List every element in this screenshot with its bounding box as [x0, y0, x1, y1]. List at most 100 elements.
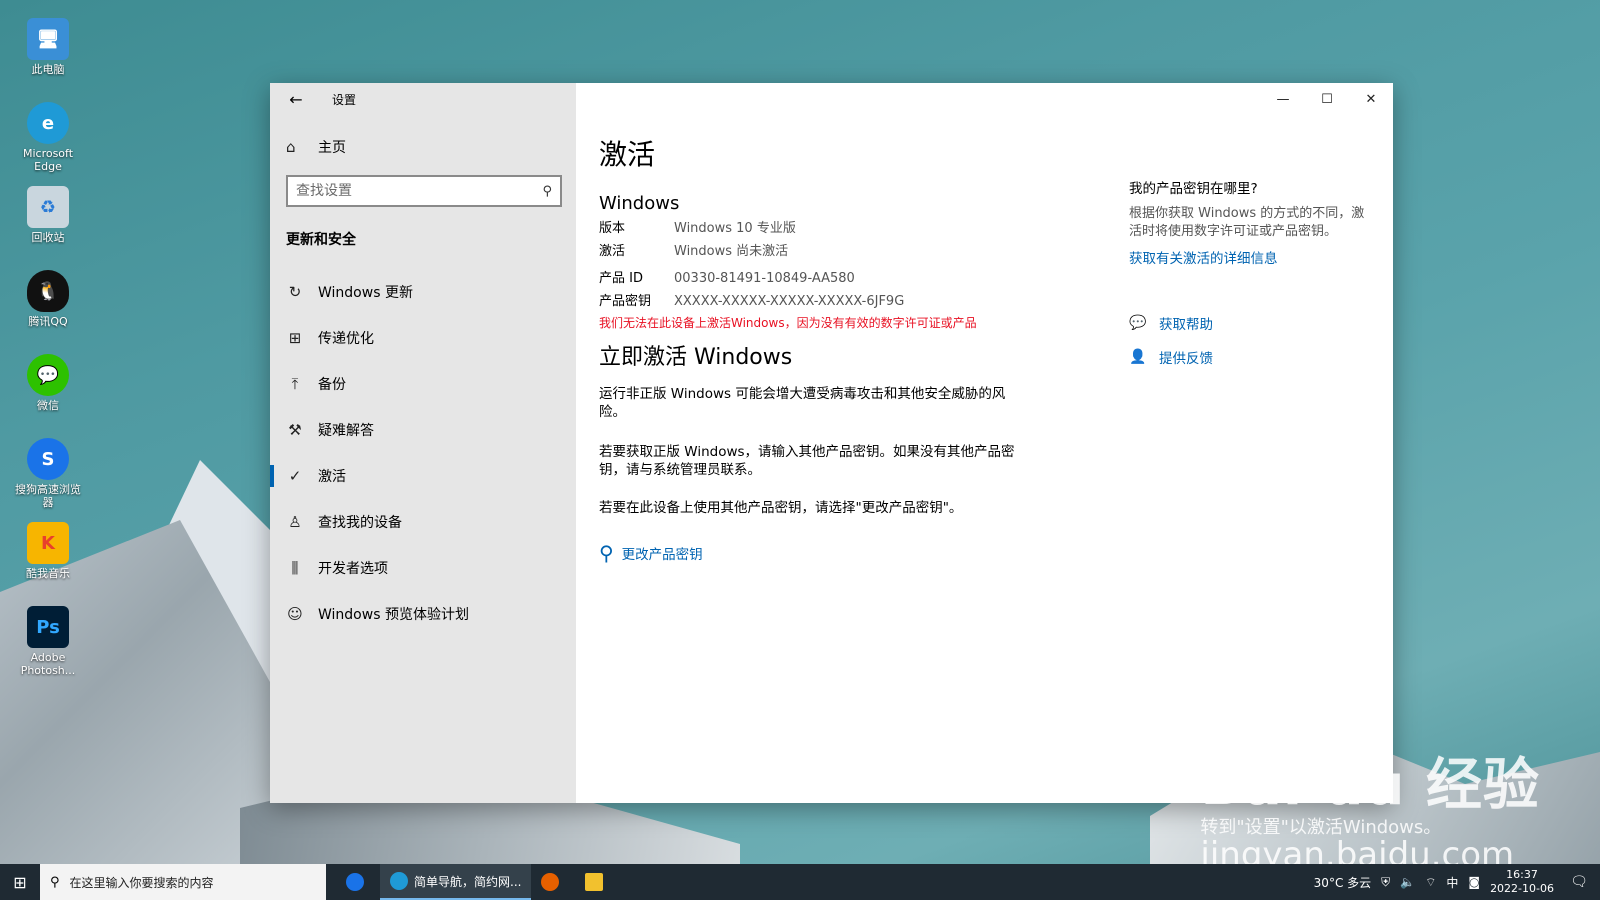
product-id-value: 00330-81491-10849-AA580 — [674, 271, 855, 286]
nav-item-label: 查找我的设备 — [318, 515, 402, 531]
nav-item-activation[interactable]: ✓ 激活 — [270, 453, 576, 499]
activation-error: 我们无法在此设备上激活Windows，因为没有有效的数字许可证或产品 — [599, 316, 977, 330]
nav-item-find-my-device[interactable]: ♙ 查找我的设备 — [270, 499, 576, 545]
nav-item-windows-update[interactable]: ↻ Windows 更新 — [270, 269, 576, 315]
product-key-row: 产品密钥 XXXXX-XXXXX-XXXXX-XXXXX-6JF9G — [599, 293, 1049, 310]
help-aside: 我的产品密钥在哪里? 根据你获取 Windows 的方式的不同，激活时将使用数字… — [1129, 177, 1369, 367]
get-help-label: 获取帮助 — [1159, 317, 1213, 333]
key-search-icon: ⚲ — [599, 541, 614, 565]
taskbar-apps: 简单导航，简约网... — [336, 864, 619, 900]
computer-icon: 🖥 — [27, 18, 69, 60]
nav-item-developer[interactable]: ⫼ 开发者选项 — [270, 545, 576, 591]
ime-indicator[interactable]: 中 — [1446, 874, 1458, 891]
desktop-icon-qq[interactable]: 🐧 腾讯QQ — [14, 270, 82, 354]
page-title: 激活 — [599, 138, 656, 171]
clock[interactable]: 16:37 2022-10-06 — [1490, 868, 1554, 896]
taskbar-app-sogou[interactable] — [336, 864, 380, 900]
desktop-icon-computer[interactable]: 🖥 此电脑 — [14, 18, 82, 102]
chat-help-icon: 💬 — [1129, 315, 1147, 331]
wrench-icon: ⚒ — [288, 421, 302, 439]
settings-nav: ↻ Windows 更新 ⊞ 传递优化 ⤒ 备份 ⚒ 疑难解答 ✓ 激活 ♙ 查… — [270, 269, 576, 637]
desktop-icon-wechat[interactable]: 💬 微信 — [14, 354, 82, 438]
weather-widget[interactable]: 30°C 多云 — [1314, 874, 1371, 891]
feedback-label: 提供反馈 — [1159, 351, 1213, 367]
developer-icon: ⫼ — [291, 559, 299, 577]
aside-text: 根据你获取 Windows 的方式的不同，激活时将使用数字许可证或产品密钥。 — [1129, 206, 1365, 239]
qq-tray-icon[interactable]: ◙ — [1468, 875, 1480, 889]
taskbar-search[interactable]: ⚲ 在这里输入你要搜索的内容 — [40, 864, 326, 900]
search-icon: ⚲ — [50, 874, 60, 890]
desktop-icon-label: 搜狗高速浏览器 — [15, 483, 81, 509]
taskbar: ⊞ ⚲ 在这里输入你要搜索的内容 简单导航，简约网... 30°C 多云 ⛨ 🔈… — [0, 864, 1600, 900]
nav-item-label: 开发者选项 — [318, 561, 388, 577]
maximize-button[interactable]: ☐ — [1305, 83, 1349, 115]
feedback-icon: 👤 — [1129, 349, 1147, 365]
edition-value: Windows 10 专业版 — [674, 221, 796, 236]
recycle-bin-icon: ♻ — [27, 186, 69, 228]
settings-search-input[interactable] — [296, 183, 516, 199]
feedback-link[interactable]: 👤 提供反馈 — [1129, 347, 1369, 367]
taskbar-search-placeholder: 在这里输入你要搜索的内容 — [69, 875, 214, 890]
warning-paragraph: 运行非正版 Windows 可能会增大遭受病毒攻击和其他安全威胁的风险。 — [599, 386, 1006, 420]
desktop-icon-label: Microsoft Edge — [22, 147, 74, 173]
back-arrow-icon: ← — [289, 89, 303, 109]
search-icon[interactable]: ⚲ — [542, 184, 552, 199]
activation-info-link[interactable]: 获取有关激活的详细信息 — [1129, 247, 1369, 267]
nav-item-backup[interactable]: ⤒ 备份 — [270, 361, 576, 407]
nav-item-label: 备份 — [318, 377, 346, 393]
kuwo-music-icon: K — [27, 522, 69, 564]
desktop-icons: 🖥 此电脑 e Microsoft Edge ♻ 回收站 🐧 腾讯QQ 💬 微信… — [14, 18, 82, 690]
close-icon: ✕ — [1365, 91, 1377, 107]
network-icon[interactable]: ⌔ — [1425, 875, 1436, 890]
desktop-icon-label: 酷我音乐 — [26, 567, 70, 580]
shield-icon[interactable]: ⛨ — [1381, 875, 1390, 890]
start-button[interactable]: ⊞ — [0, 864, 40, 900]
minimize-button[interactable]: — — [1261, 83, 1305, 115]
nav-item-troubleshoot[interactable]: ⚒ 疑难解答 — [270, 407, 576, 453]
desktop-icon-recycle-bin[interactable]: ♻ 回收站 — [14, 186, 82, 270]
taskbar-app-explorer[interactable] — [575, 864, 619, 900]
nav-item-insider[interactable]: ☺ Windows 预览体验计划 — [270, 591, 576, 637]
refresh-icon: ↻ — [288, 283, 302, 301]
close-button[interactable]: ✕ — [1349, 83, 1393, 115]
change-key-paragraph: 若要在此设备上使用其他产品密钥，请选择"更改产品密钥"。 — [599, 500, 963, 516]
windows-logo-icon: ⊞ — [13, 872, 27, 892]
wechat-icon: 💬 — [27, 354, 69, 396]
notification-center-button[interactable]: 🗨 — [1568, 864, 1600, 900]
window-title: 设置 — [332, 92, 357, 107]
nav-item-delivery-optimization[interactable]: ⊞ 传递优化 — [270, 315, 576, 361]
activate-heading: 立即激活 Windows — [599, 345, 793, 370]
genuine-paragraph: 若要获取正版 Windows，请输入其他产品密钥。如果没有其他产品密钥，请与系统… — [599, 444, 1015, 478]
check-circle-icon: ✓ — [288, 467, 302, 485]
desktop-icon-kuwo[interactable]: K 酷我音乐 — [14, 522, 82, 606]
delivery-icon: ⊞ — [288, 329, 302, 347]
taskbar-app-edge[interactable]: 简单导航，简约网... — [380, 864, 532, 900]
taskbar-app-firefox[interactable] — [531, 864, 575, 900]
back-button[interactable]: ← — [286, 89, 306, 109]
desktop-icon-photoshop[interactable]: Ps Adobe Photosh... — [14, 606, 82, 690]
insider-icon: ☺ — [287, 605, 303, 623]
window-controls: — ☐ ✕ — [1261, 83, 1393, 115]
activation-label: 激活 — [599, 244, 626, 259]
desktop-icon-label: 微信 — [37, 399, 59, 412]
get-help-link[interactable]: 💬 获取帮助 — [1129, 313, 1369, 333]
folder-icon — [585, 873, 604, 891]
desktop-icon-label: 腾讯QQ — [28, 315, 68, 328]
nav-item-label: 传递优化 — [318, 331, 374, 347]
home-link[interactable]: ⌂ 主页 — [270, 135, 576, 159]
change-product-key-label: 更改产品密钥 — [621, 547, 703, 563]
aside-heading: 我的产品密钥在哪里? — [1129, 181, 1258, 197]
product-id-label: 产品 ID — [599, 271, 643, 286]
desktop-icon-edge[interactable]: e Microsoft Edge — [14, 102, 82, 186]
desktop-icon-label: 回收站 — [31, 231, 65, 244]
desktop-icon-sogou[interactable]: S 搜狗高速浏览器 — [14, 438, 82, 522]
volume-icon[interactable]: 🔈 — [1400, 875, 1415, 889]
watermark-logo: Bai du 经验 — [1200, 753, 1540, 818]
product-key-label: 产品密钥 — [599, 294, 652, 309]
baidu-watermark: Bai du 经验 转到"设置"以激活Windows。 jingyan.baid… — [1200, 740, 1540, 875]
notification-icon: 🗨 — [1570, 874, 1588, 890]
product-id-row: 产品 ID 00330-81491-10849-AA580 — [599, 270, 1049, 287]
edition-row: 版本 Windows 10 专业版 — [599, 220, 1049, 237]
change-product-key-link[interactable]: ⚲ 更改产品密钥 — [599, 541, 1049, 565]
desktop-icon-label: Adobe Photosh... — [20, 651, 76, 677]
